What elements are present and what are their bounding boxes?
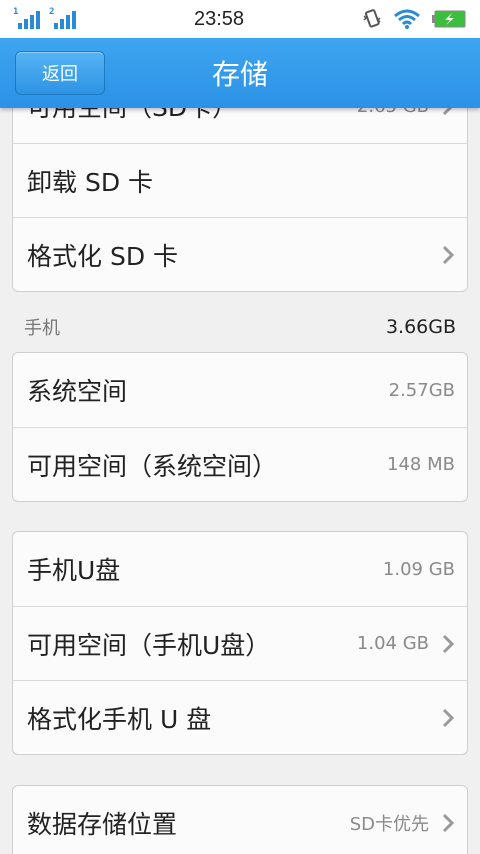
row-label: 格式化手机 U 盘 <box>27 704 212 734</box>
row-value: 148 MB <box>387 454 455 475</box>
udisk-row[interactable]: 手机U盘 1.09 GB <box>13 532 467 606</box>
sim2-label: 2 <box>49 7 55 17</box>
back-button[interactable]: 返回 <box>15 51 105 95</box>
signal-icon: 1 <box>13 7 40 29</box>
format-udisk-row[interactable]: 格式化手机 U 盘 <box>13 680 467 754</box>
row-label: 手机U盘 <box>27 556 121 585</box>
row-value: SD卡优先 <box>349 814 429 835</box>
chevron-right-icon <box>442 634 455 653</box>
row-value: 2.65 GB <box>357 108 429 117</box>
row-label: 卸载 SD 卡 <box>27 167 154 197</box>
sd-available-row[interactable]: 可用空间（SD卡） 2.65 GB <box>13 108 467 143</box>
settings-list: 可用空间（SD卡） 2.65 GB 卸载 SD 卡 格式化 SD 卡 手机 3.… <box>0 108 480 854</box>
phone-group: 系统空间 2.57GB 可用空间（系统空间） 148 MB <box>12 352 468 502</box>
row-label: 可用空间（SD卡） <box>27 108 237 124</box>
clock: 23:58 <box>193 7 245 30</box>
chevron-right-icon <box>442 813 455 833</box>
row-label: 可用空间（系统空间） <box>27 451 278 481</box>
chevron-right-icon <box>442 708 455 727</box>
row-value: 1.09 GB <box>382 558 455 580</box>
wifi-icon <box>394 9 420 29</box>
sim1-label: 1 <box>13 7 19 17</box>
storage-location-row[interactable]: 数据存储位置 SD卡优先 <box>13 786 467 854</box>
vibrate-icon <box>363 9 381 28</box>
row-value: 1.04 GB <box>356 633 429 654</box>
row-label: 可用空间（手机U盘） <box>27 630 271 660</box>
system-space-row[interactable]: 系统空间 2.57GB <box>13 353 467 427</box>
status-icons <box>362 8 466 30</box>
system-available-row[interactable]: 可用空间（系统空间） 148 MB <box>13 427 467 501</box>
row-value: 2.57GB <box>388 379 455 401</box>
udisk-available-row[interactable]: 可用空间（手机U盘） 1.04 GB <box>13 606 467 680</box>
row-label: 系统空间 <box>27 377 128 406</box>
app-header: 返回 存储 <box>0 38 480 108</box>
unmount-sd-row[interactable]: 卸载 SD 卡 <box>13 143 467 217</box>
row-label: 数据存储位置 <box>27 810 178 839</box>
row-label: 格式化 SD 卡 <box>27 241 179 271</box>
section-title: 手机 <box>24 318 60 339</box>
udisk-group: 手机U盘 1.09 GB 可用空间（手机U盘） 1.04 GB 格式化手机 U … <box>12 531 468 755</box>
battery-charging-icon <box>432 10 466 28</box>
chevron-right-icon <box>442 108 453 116</box>
signal-group: 1 2 <box>13 7 76 29</box>
chevron-right-icon <box>442 245 455 264</box>
sd-card-group: 可用空间（SD卡） 2.65 GB 卸载 SD 卡 格式化 SD 卡 <box>12 108 468 292</box>
phone-section-header: 手机 3.66GB <box>12 312 468 342</box>
status-bar: 1 2 23:58 <box>0 0 480 38</box>
signal-icon: 2 <box>49 7 76 29</box>
format-sd-row[interactable]: 格式化 SD 卡 <box>13 217 467 291</box>
storage-location-group: 数据存储位置 SD卡优先 <box>12 785 468 854</box>
section-value: 3.66GB <box>385 316 456 338</box>
